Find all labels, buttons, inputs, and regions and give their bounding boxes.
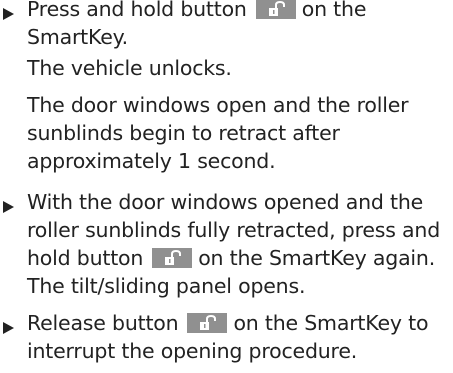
step-2-line-3: hold button on the SmartKey again.	[27, 245, 435, 272]
step-1-text-before-icon: Press and hold button	[27, 0, 247, 21]
step-2-line-1: With the door windows opened and the	[27, 190, 424, 214]
step-1-line-1: Press and hold button on the	[27, 0, 366, 23]
unlock-key-icon	[152, 248, 193, 268]
step-1-note-line-3: approximately 1 second.	[27, 149, 276, 173]
step-1-note-line-2: sunblinds begin to retract after	[27, 121, 340, 145]
step-arrow-icon	[3, 8, 14, 20]
instruction-document: Press and hold button on the SmartKey. Th…	[0, 0, 453, 373]
step-3-text-before-icon: Release button	[27, 311, 179, 335]
step-1-line-2: SmartKey.	[27, 25, 128, 49]
unlock-key-icon	[255, 0, 296, 19]
step-2-text-before-icon: hold button	[27, 246, 144, 270]
step-2-text-after-icon: on the SmartKey again.	[198, 246, 436, 270]
step-arrow-icon	[3, 322, 14, 334]
step-3-text-after-icon: on the SmartKey to	[233, 311, 429, 335]
step-1-note-line-1: The door windows open and the roller	[27, 93, 409, 117]
step-2-result: The tilt/sliding panel opens.	[27, 274, 306, 298]
step-arrow-icon	[3, 201, 14, 213]
step-3-line-2: interrupt the opening procedure.	[27, 339, 358, 363]
unlock-key-icon	[187, 313, 228, 333]
step-1-result: The vehicle unlocks.	[27, 56, 232, 80]
step-2-line-2: roller sunblinds fully retracted, press …	[27, 218, 441, 242]
step-1-text-after-icon: on the	[301, 0, 367, 21]
step-3-line-1: Release button on the SmartKey to	[27, 310, 429, 337]
